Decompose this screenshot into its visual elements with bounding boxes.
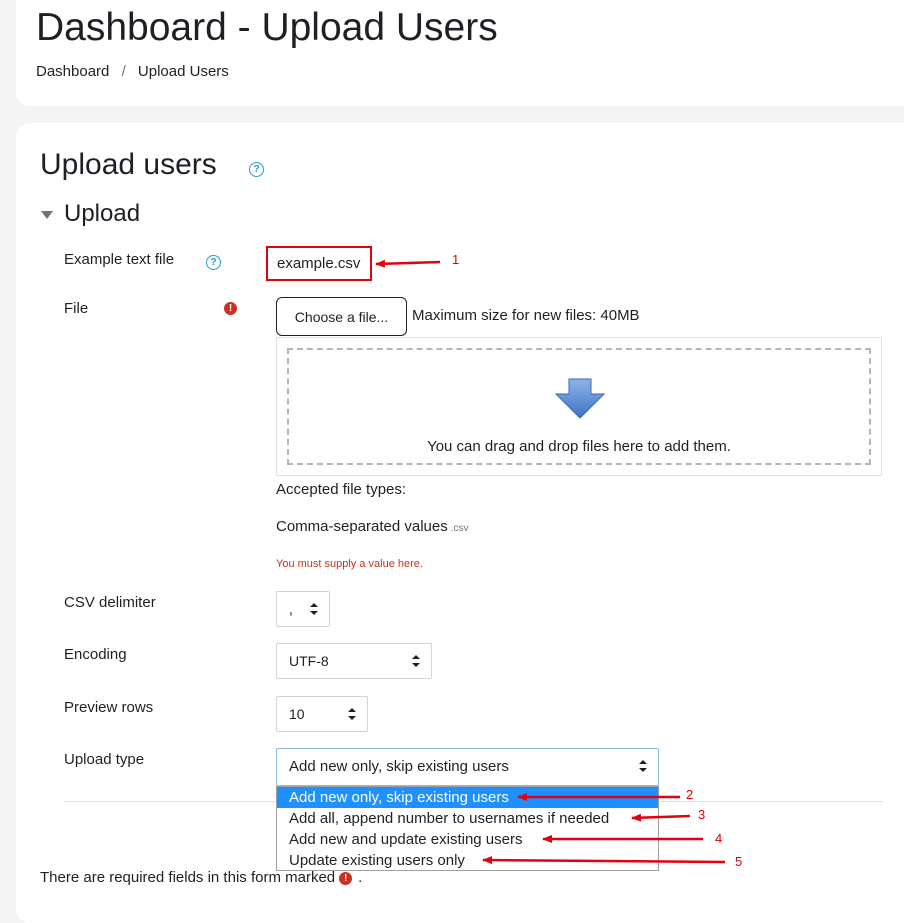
help-icon[interactable]: ? [249, 162, 264, 177]
upload-type-option[interactable]: Add all, append number to usernames if n… [277, 808, 658, 829]
preview-rows-value: 10 [289, 706, 305, 722]
accepted-types-heading: Accepted file types: [276, 481, 407, 498]
section-title: Upload users [40, 148, 217, 181]
accepted-type-name: Comma-separated values [276, 518, 448, 535]
example-csv-link[interactable]: example.csv [266, 246, 372, 281]
csv-delimiter-label: CSV delimiter [64, 594, 156, 611]
updown-caret-icon [348, 708, 356, 720]
encoding-select[interactable]: UTF-8 [276, 643, 432, 679]
collapse-triangle-icon[interactable] [40, 209, 54, 221]
example-help-icon[interactable]: ? [206, 255, 221, 270]
upload-type-option[interactable]: Update existing users only [277, 850, 658, 871]
file-dropzone[interactable]: You can drag and drop files here to add … [276, 337, 882, 476]
csv-delimiter-value: , [289, 601, 293, 617]
file-error-message: You must supply a value here. [276, 558, 423, 570]
breadcrumb: Dashboard / Upload Users [36, 63, 229, 80]
dropzone-text: You can drag and drop files here to add … [427, 438, 731, 455]
csv-delimiter-select[interactable]: , [276, 591, 330, 627]
preview-rows-select[interactable]: 10 [276, 696, 368, 732]
breadcrumb-separator: / [121, 63, 126, 80]
upload-type-label: Upload type [64, 751, 145, 768]
upload-type-dropdown-list: Add new only, skip existing users Add al… [276, 786, 659, 871]
down-arrow-icon [555, 378, 605, 419]
max-file-size-text: Maximum size for new files: 40MB [412, 307, 640, 324]
encoding-label: Encoding [64, 646, 127, 663]
page-title: Dashboard - Upload Users [36, 6, 498, 49]
dropzone-dashed-area[interactable]: You can drag and drop files here to add … [287, 348, 871, 465]
encoding-value: UTF-8 [289, 653, 329, 669]
upload-type-select[interactable]: Add new only, skip existing users [276, 748, 659, 786]
example-file-label: Example text file [64, 251, 175, 268]
upload-section-legend[interactable]: Upload [64, 200, 140, 228]
breadcrumb-upload-users[interactable]: Upload Users [138, 63, 229, 80]
breadcrumb-dashboard[interactable]: Dashboard [36, 63, 109, 80]
required-note-period: . [358, 869, 363, 886]
accepted-type-item: Comma-separated values .csv [276, 518, 469, 535]
required-fields-note: There are required fields in this form m… [40, 869, 362, 886]
required-icon: ! [224, 302, 237, 315]
preview-rows-label: Preview rows [64, 699, 154, 716]
updown-caret-icon [639, 760, 647, 772]
file-label: File [64, 300, 89, 317]
upload-type-value: Add new only, skip existing users [289, 758, 509, 775]
required-inline-icon: ! [339, 872, 353, 885]
upload-type-option[interactable]: Add new and update existing users [277, 829, 658, 850]
choose-file-button[interactable]: Choose a file... [276, 297, 407, 336]
required-note-text: There are required fields in this form m… [40, 869, 336, 886]
updown-caret-icon [310, 603, 318, 615]
updown-caret-icon [412, 655, 420, 667]
upload-type-option[interactable]: Add new only, skip existing users [277, 787, 658, 808]
accepted-type-extension: .csv [450, 523, 469, 534]
